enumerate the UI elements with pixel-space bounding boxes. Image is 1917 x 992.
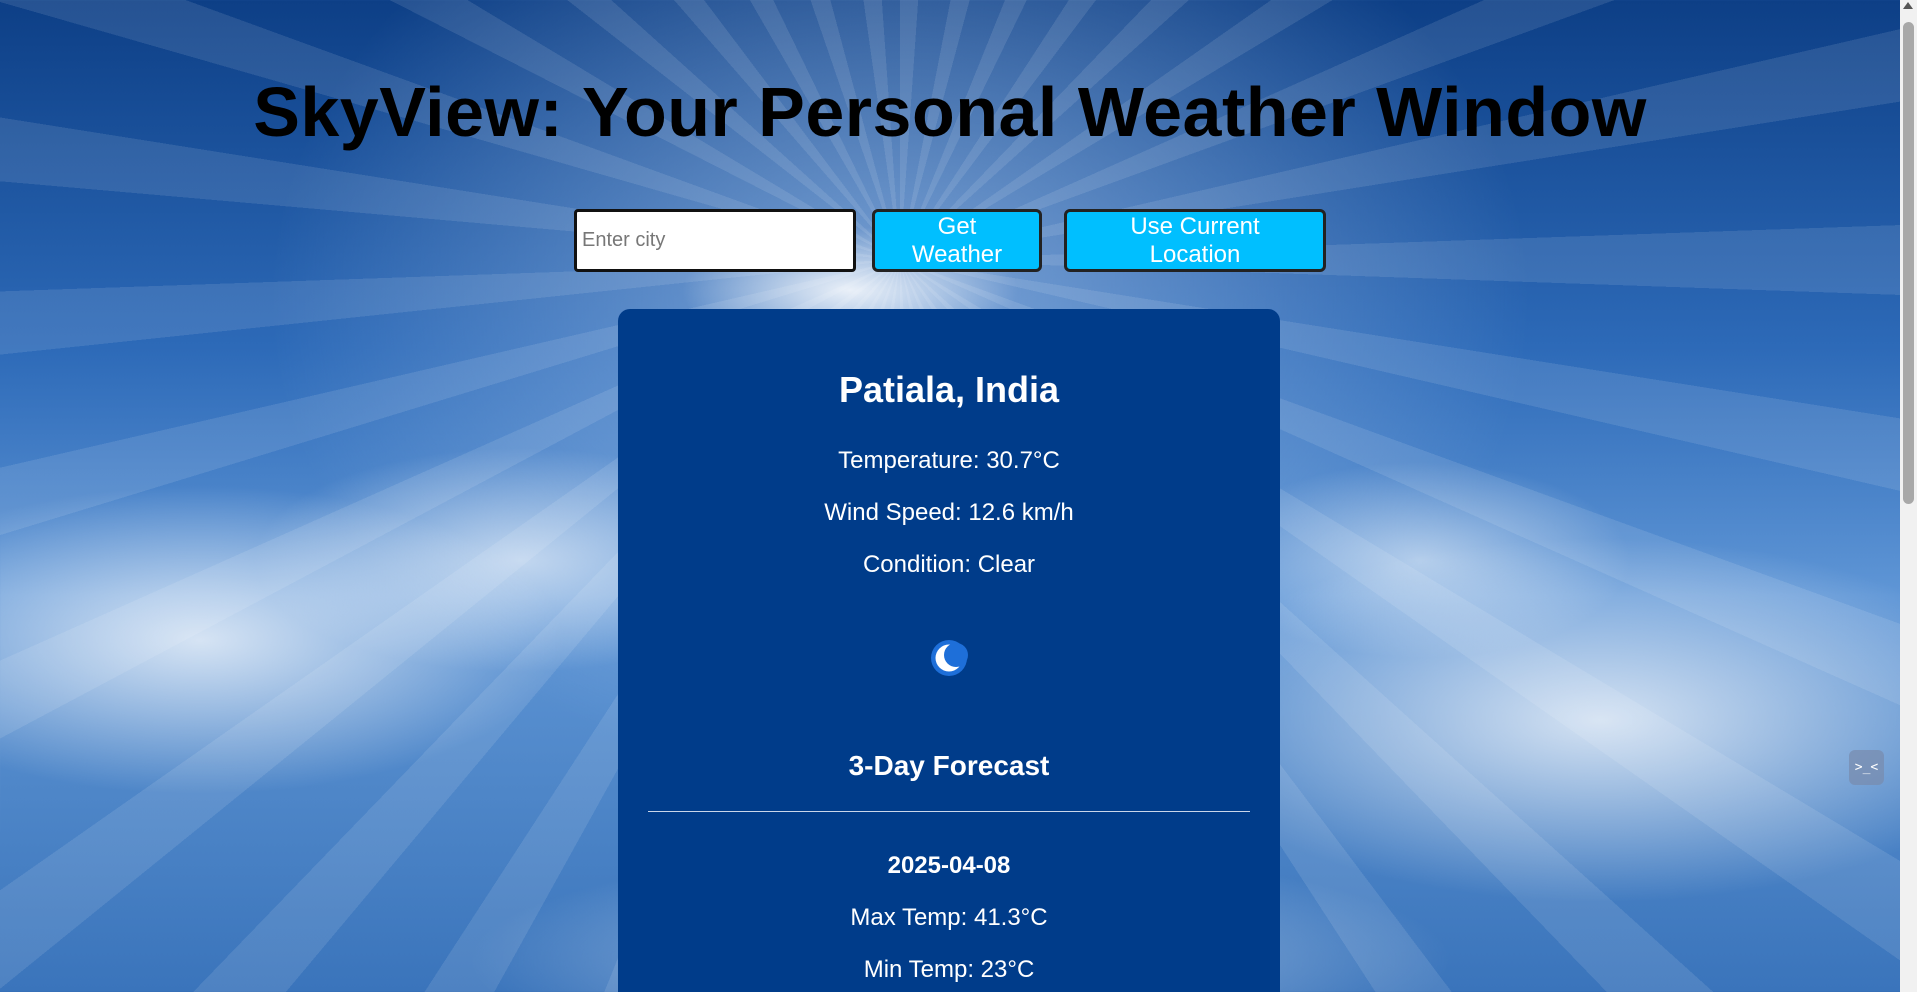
scroll-up-arrow-icon[interactable] bbox=[1903, 2, 1913, 9]
city-input[interactable] bbox=[574, 209, 856, 272]
condition-text: Condition: Clear bbox=[862, 551, 1036, 578]
temperature-text: Temperature: 30.7°C bbox=[838, 447, 1060, 474]
location-name: Patiala, India bbox=[838, 369, 1060, 410]
scroll-thumb[interactable] bbox=[1903, 22, 1914, 504]
wind-speed-text: Wind Speed: 12.6 km/h bbox=[824, 499, 1074, 526]
weather-card: Patiala, India Temperature: 30.7°C Wind … bbox=[618, 309, 1280, 992]
devtools-toggle-icon[interactable]: >_< bbox=[1849, 750, 1884, 785]
forecast-max-temp: Max Temp: 41.3°C bbox=[850, 904, 1048, 931]
vertical-scrollbar[interactable] bbox=[1900, 0, 1917, 992]
crescent-moon-icon bbox=[931, 640, 968, 676]
use-current-location-button[interactable]: Use Current Location bbox=[1064, 209, 1326, 272]
search-controls: Get Weather Use Current Location bbox=[0, 209, 1900, 272]
forecast-title: 3-Day Forecast bbox=[848, 750, 1050, 781]
forecast-min-temp: Min Temp: 23°C bbox=[863, 956, 1035, 983]
get-weather-button[interactable]: Get Weather bbox=[872, 209, 1042, 272]
forecast-date: 2025-04-08 bbox=[887, 852, 1011, 879]
weather-icon-container bbox=[618, 638, 1280, 678]
page-title: SkyView: Your Personal Weather Window bbox=[253, 73, 1647, 151]
forecast-divider bbox=[648, 811, 1250, 812]
